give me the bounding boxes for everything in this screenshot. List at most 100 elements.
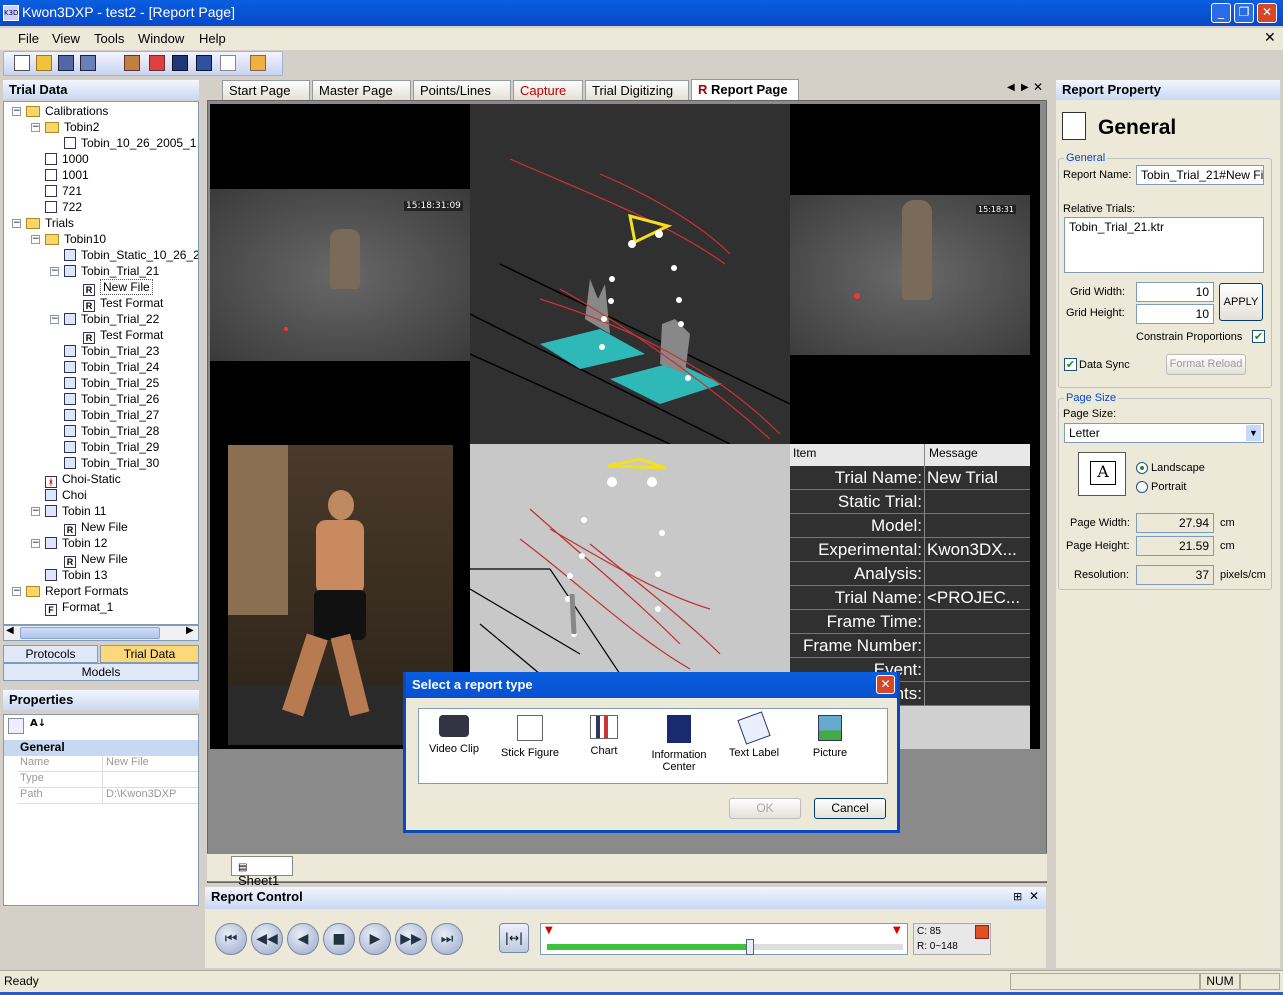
frame-thumb[interactable] — [746, 939, 754, 955]
save-all-icon[interactable] — [80, 55, 96, 71]
tree-item[interactable]: Tobin 11 — [45, 503, 106, 519]
collapse-toggle[interactable]: − — [31, 123, 40, 132]
close-button[interactable]: ✕ — [1257, 3, 1277, 23]
tree-item[interactable]: Tobin_10_26_2005_1 — [64, 135, 196, 151]
fit-range-button[interactable]: |↔| — [499, 923, 529, 953]
sort-az-icon[interactable]: A↓ — [30, 718, 46, 734]
report-type-video-clip[interactable]: Video Clip — [419, 715, 489, 755]
play-reverse-button[interactable]: ◀ — [287, 923, 319, 955]
portrait-radio[interactable] — [1136, 481, 1148, 493]
tree-item[interactable]: Tobin 13 — [45, 567, 107, 583]
tree-item[interactable]: Trials — [26, 215, 74, 231]
tree-item[interactable]: Choi — [45, 487, 87, 503]
report-type-chart[interactable]: Chart — [569, 715, 639, 757]
tab-capture[interactable]: Capture — [513, 80, 583, 100]
data-sync-checkbox[interactable]: ✔ — [1064, 358, 1077, 371]
new-icon[interactable] — [14, 55, 30, 71]
collapse-toggle[interactable]: − — [31, 235, 40, 244]
menu-tools[interactable]: Tools — [94, 31, 124, 46]
cancel-button[interactable]: Cancel — [814, 798, 886, 819]
prev-step-button[interactable]: ◀◀ — [251, 923, 283, 955]
report-type-picture[interactable]: Picture — [795, 715, 865, 759]
minimize-button[interactable]: _ — [1211, 3, 1231, 23]
tab-master-page[interactable]: Master Page — [312, 80, 411, 100]
menu-view[interactable]: View — [52, 31, 80, 46]
report-name-field[interactable]: Tobin_Trial_21#New File.kr — [1136, 165, 1264, 185]
tree-item[interactable]: Calibrations — [26, 103, 108, 119]
property-value[interactable] — [102, 772, 198, 788]
record-icon[interactable] — [975, 925, 989, 939]
tree-item[interactable]: R Test Format — [83, 327, 163, 344]
points-icon[interactable] — [220, 55, 236, 71]
collapse-toggle[interactable]: − — [31, 507, 40, 516]
tab-protocols[interactable]: Protocols — [3, 645, 98, 663]
tree-item[interactable]: Tobin_Trial_26 — [64, 391, 159, 407]
video-icon[interactable] — [172, 55, 188, 71]
first-frame-button[interactable]: ⏮ — [215, 923, 247, 955]
tab-start-page[interactable]: Start Page — [222, 80, 310, 100]
format-reload-button[interactable]: Format Reload — [1166, 354, 1246, 375]
tab-trial-digitizing[interactable]: Trial Digitizing — [585, 80, 689, 100]
stick-figure-3d[interactable] — [469, 104, 791, 445]
ok-button[interactable]: OK — [729, 798, 801, 819]
tree-item[interactable]: Tobin_Trial_30 — [64, 455, 159, 471]
next-step-button[interactable]: ▶▶ — [395, 923, 427, 955]
restore-button[interactable]: ❐ — [1234, 3, 1254, 23]
tree-item[interactable]: 1001 — [45, 167, 89, 183]
tree-item[interactable]: Tobin_Trial_29 — [64, 439, 159, 455]
constrain-proportions-checkbox[interactable]: ✔ — [1252, 330, 1265, 343]
edit-icon[interactable] — [149, 55, 165, 71]
report-canvas[interactable]: 15:18:31:09 15:18:31 Item Message Trial … — [210, 104, 1040, 749]
frame-slider[interactable]: ▼ ▼ — [540, 923, 908, 955]
mdi-close-icon[interactable]: ✕ — [1264, 30, 1276, 46]
tab-points-lines[interactable]: Points/Lines — [413, 80, 511, 100]
report-type-text-label[interactable]: Text Label — [719, 711, 789, 759]
tree-item[interactable]: F Format_1 — [45, 599, 113, 616]
report-type-stick-figure[interactable]: Stick Figure — [495, 715, 565, 759]
grid-height-field[interactable]: 10 — [1136, 304, 1214, 324]
tree-item[interactable]: Tobin10 — [45, 231, 106, 247]
grid-width-field[interactable]: 10 — [1136, 282, 1214, 302]
stop-button[interactable]: ■ — [323, 923, 355, 955]
panel-close-icon[interactable]: ✕ — [1029, 889, 1039, 903]
apply-button[interactable]: APPLY — [1219, 283, 1263, 321]
model-icon[interactable] — [250, 55, 266, 71]
tab-report-page[interactable]: R Report Page — [691, 79, 799, 101]
tree-item[interactable]: 1000 — [45, 151, 89, 167]
save-icon[interactable] — [58, 55, 74, 71]
tree-item[interactable]: R New File — [83, 279, 153, 296]
play-button[interactable]: ▶ — [359, 923, 391, 955]
video-clip-back[interactable]: 15:18:31 — [790, 195, 1030, 355]
report-type-information-center[interactable]: Information Center — [644, 715, 714, 773]
tab-models[interactable]: Models — [3, 663, 199, 681]
tree-item[interactable]: R New File — [64, 519, 128, 536]
tree-item[interactable]: Tobin_Static_10_26_2 — [64, 247, 198, 263]
property-value[interactable]: New File — [102, 756, 198, 772]
tree-scrollbar[interactable]: ◀ ▶ — [3, 625, 199, 641]
tree-item[interactable]: 721 — [45, 183, 82, 199]
tree-item[interactable]: Tobin 12 — [45, 535, 107, 551]
tree-item[interactable]: Tobin_Trial_25 — [64, 375, 159, 391]
tree-item[interactable]: Tobin2 — [45, 119, 99, 135]
tab-scroll-right-icon[interactable]: ▶ — [1021, 82, 1029, 93]
tree-item[interactable]: 722 — [45, 199, 82, 215]
page-size-select[interactable]: Letter ▼ — [1064, 423, 1264, 443]
tree-item[interactable]: Tobin_Trial_24 — [64, 359, 159, 375]
collapse-toggle[interactable]: − — [50, 267, 59, 276]
tree-item[interactable]: R New File — [64, 551, 128, 568]
tab-scroll-left-icon[interactable]: ◀ — [1007, 82, 1015, 93]
landscape-radio[interactable] — [1136, 462, 1148, 474]
tree-item[interactable]: R Test Format — [83, 295, 163, 312]
tree-item[interactable]: Report Formats — [26, 583, 128, 599]
collapse-toggle[interactable]: − — [31, 539, 40, 548]
video-clip-front[interactable]: 15:18:31:09 — [210, 189, 470, 361]
categorized-icon[interactable] — [8, 718, 24, 734]
tab-trial-data[interactable]: Trial Data — [100, 645, 199, 663]
dialog-close-icon[interactable]: ✕ — [876, 675, 895, 694]
protocol-icon[interactable] — [124, 55, 140, 71]
tree-item[interactable]: Tobin_Trial_22 — [64, 311, 159, 327]
view-icon[interactable] — [196, 55, 212, 71]
collapse-toggle[interactable]: − — [12, 219, 21, 228]
property-value[interactable]: D:\Kwon3DXP — [102, 788, 198, 804]
last-frame-button[interactable]: ⏭ — [431, 923, 463, 955]
